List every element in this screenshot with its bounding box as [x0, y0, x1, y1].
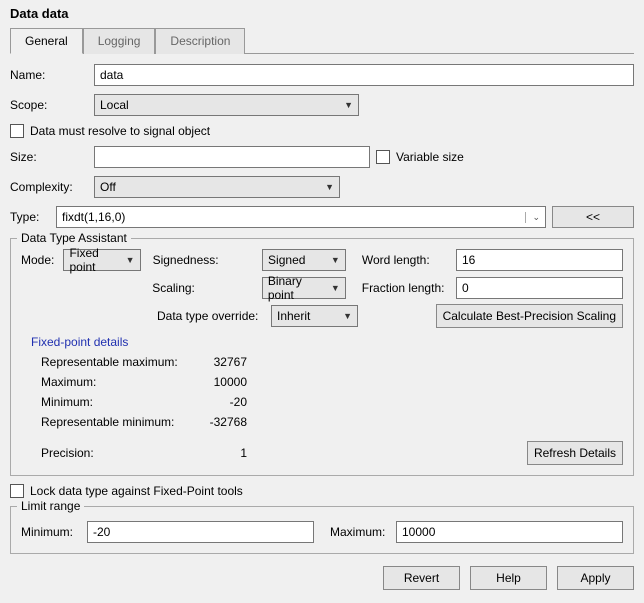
- word-length-input[interactable]: [456, 249, 623, 271]
- limit-min-input[interactable]: [87, 521, 314, 543]
- lock-datatype-checkbox[interactable]: [10, 484, 24, 498]
- lock-datatype-label: Lock data type against Fixed-Point tools: [30, 484, 243, 498]
- calculate-scaling-button[interactable]: Calculate Best-Precision Scaling: [436, 304, 623, 328]
- mode-select[interactable]: Fixed point ▼: [63, 249, 140, 271]
- apply-button[interactable]: Apply: [557, 566, 634, 590]
- data-resolve-label: Data must resolve to signal object: [30, 124, 210, 138]
- chevron-down-icon: ▼: [325, 182, 334, 192]
- precision-value: 1: [191, 446, 247, 460]
- fp-min-value: -20: [191, 395, 247, 409]
- tab-description[interactable]: Description: [155, 28, 245, 54]
- chevron-down-icon: ▼: [331, 283, 340, 293]
- chevron-down-icon: ▼: [343, 311, 352, 321]
- limit-range-fieldset: Limit range Minimum: Maximum:: [10, 506, 634, 554]
- data-resolve-checkbox[interactable]: [10, 124, 24, 138]
- type-select[interactable]: fixdt(1,16,0) ⌄: [56, 206, 546, 228]
- name-label: Name:: [10, 68, 88, 82]
- scaling-value: Binary point: [268, 274, 331, 302]
- name-input[interactable]: [94, 64, 634, 86]
- precision-label: Precision:: [41, 446, 191, 460]
- signedness-value: Signed: [268, 253, 305, 267]
- size-input[interactable]: [94, 146, 370, 168]
- limit-min-label: Minimum:: [21, 525, 79, 539]
- override-label: Data type override:: [157, 309, 263, 323]
- fraction-length-label: Fraction length:: [362, 281, 448, 295]
- mode-value: Fixed point: [69, 246, 125, 274]
- mode-label: Mode:: [21, 253, 55, 267]
- tab-logging[interactable]: Logging: [83, 28, 156, 54]
- word-length-label: Word length:: [362, 253, 448, 267]
- fp-max-label: Maximum:: [41, 375, 191, 389]
- rep-max-value: 32767: [191, 355, 247, 369]
- fixed-point-details-title: Fixed-point details: [31, 335, 623, 349]
- tab-general[interactable]: General: [10, 28, 83, 54]
- refresh-details-button[interactable]: Refresh Details: [527, 441, 623, 465]
- complexity-label: Complexity:: [10, 180, 88, 194]
- help-button[interactable]: Help: [470, 566, 547, 590]
- limit-max-input[interactable]: [396, 521, 623, 543]
- chevron-down-icon: ▼: [344, 100, 353, 110]
- complexity-value: Off: [100, 180, 116, 194]
- variable-size-checkbox[interactable]: [376, 150, 390, 164]
- variable-size-label: Variable size: [396, 150, 464, 164]
- signedness-select[interactable]: Signed ▼: [262, 249, 346, 271]
- limit-max-label: Maximum:: [330, 525, 388, 539]
- override-value: Inherit: [277, 309, 310, 323]
- dta-legend: Data Type Assistant: [17, 231, 131, 245]
- fp-min-label: Minimum:: [41, 395, 191, 409]
- fraction-length-input[interactable]: [456, 277, 623, 299]
- collapse-button[interactable]: <<: [552, 206, 634, 228]
- window-title: Data data: [10, 4, 634, 27]
- type-value: fixdt(1,16,0): [62, 210, 125, 224]
- tabs: General Logging Description: [10, 27, 634, 54]
- scope-select[interactable]: Local ▼: [94, 94, 359, 116]
- chevron-down-icon: ⌄: [525, 212, 540, 223]
- rep-min-value: -32768: [191, 415, 247, 429]
- complexity-select[interactable]: Off ▼: [94, 176, 340, 198]
- scope-value: Local: [100, 98, 129, 112]
- revert-button[interactable]: Revert: [383, 566, 460, 590]
- signedness-label: Signedness:: [153, 253, 254, 267]
- limit-legend: Limit range: [17, 499, 84, 513]
- chevron-down-icon: ▼: [331, 255, 340, 265]
- scope-label: Scope:: [10, 98, 88, 112]
- rep-max-label: Representable maximum:: [41, 355, 191, 369]
- override-select[interactable]: Inherit ▼: [271, 305, 358, 327]
- rep-min-label: Representable minimum:: [41, 415, 191, 429]
- fp-max-value: 10000: [191, 375, 247, 389]
- size-label: Size:: [10, 150, 88, 164]
- chevron-down-icon: ▼: [126, 255, 135, 265]
- type-label: Type:: [10, 210, 50, 224]
- scaling-select[interactable]: Binary point ▼: [262, 277, 346, 299]
- scaling-label: Scaling:: [152, 281, 254, 295]
- data-type-assistant-fieldset: Data Type Assistant Mode: Fixed point ▼ …: [10, 238, 634, 476]
